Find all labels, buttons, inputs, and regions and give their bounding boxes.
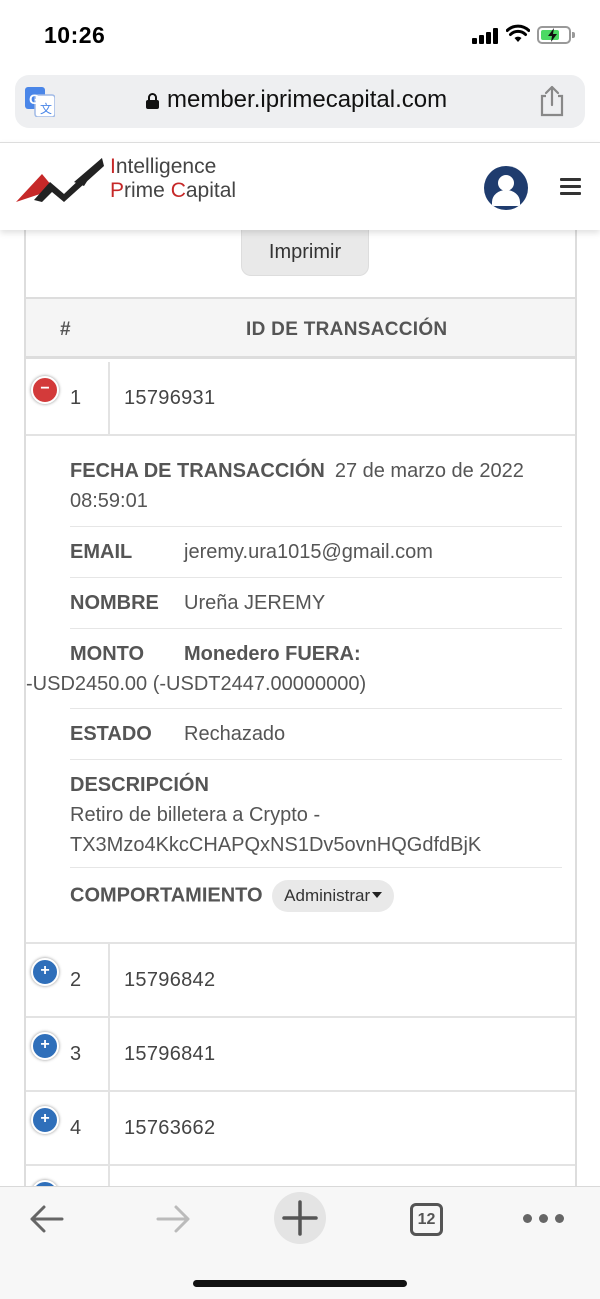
collapse-row-icon[interactable]: − <box>31 376 59 404</box>
column-header-number: # <box>60 319 71 340</box>
row-transaction-id: 15796931 <box>124 387 216 409</box>
status-time: 10:26 <box>44 22 106 48</box>
row-number: 1 <box>70 387 82 409</box>
caret-down-icon <box>372 892 383 898</box>
logo-icon[interactable] <box>14 156 106 208</box>
address-bar[interactable]: G 文 member.iprimecapital.com <box>15 75 585 128</box>
lock-icon <box>146 93 159 109</box>
site-header: Intelligence Prime Capital <box>0 142 600 230</box>
url-text[interactable]: member.iprimecapital.com <box>167 86 447 114</box>
wifi-icon <box>506 24 530 42</box>
print-button[interactable]: Imprimir <box>241 230 369 276</box>
manage-dropdown-button[interactable]: Administrar <box>272 880 395 912</box>
plus-icon <box>282 1200 318 1236</box>
transactions-panel: Imprimir # ID DE TRANSACCIÓN − 1 1579693… <box>24 230 577 1186</box>
detail-email: EMAIL jeremy.ura1015@gmail.com <box>70 527 562 578</box>
back-arrow-icon[interactable] <box>28 1201 66 1237</box>
row-transaction-id: 15763662 <box>124 1117 216 1139</box>
new-tab-button[interactable] <box>274 1192 326 1244</box>
signal-icon <box>472 28 500 44</box>
row-detail: FECHA DE TRANSACCIÓN 27 de marzo de 2022 … <box>26 436 575 944</box>
table-row[interactable]: − 1 15796931 <box>26 362 575 436</box>
row-transaction-id: 15796842 <box>124 969 216 991</box>
svg-text:文: 文 <box>40 101 52 116</box>
detail-description: DESCRIPCIÓN Retiro de billetera a Crypto… <box>70 760 562 868</box>
forward-arrow-icon[interactable] <box>154 1201 192 1237</box>
row-number: 3 <box>70 1043 82 1065</box>
table-row[interactable]: + 4 15763662 <box>26 1092 575 1166</box>
table-header: # ID DE TRANSACCIÓN <box>26 299 575 359</box>
hamburger-menu-icon[interactable] <box>560 178 581 196</box>
expand-row-icon[interactable]: + <box>31 958 59 986</box>
detail-date: FECHA DE TRANSACCIÓN 27 de marzo de 2022 … <box>70 456 562 527</box>
tabs-count-button[interactable]: 12 <box>410 1203 443 1236</box>
row-number: 2 <box>70 969 82 991</box>
detail-status: ESTADO Rechazado <box>70 709 562 760</box>
logo-text-line2: Prime Capital <box>110 179 237 202</box>
svg-text:G: G <box>29 91 40 107</box>
row-transaction-id: 15796841 <box>124 1043 216 1065</box>
logo-text-line1: Intelligence <box>110 155 217 178</box>
table-row[interactable]: + 2 15796842 <box>26 944 575 1018</box>
user-account-icon[interactable] <box>484 166 528 210</box>
column-header-transaction-id: ID DE TRANSACCIÓN <box>246 319 448 340</box>
translate-icon[interactable]: G 文 <box>25 87 55 117</box>
battery-icon <box>537 26 571 44</box>
status-bar: 10:26 <box>0 0 600 70</box>
detail-name: NOMBRE Ureña JEREMY <box>70 578 562 629</box>
home-indicator <box>193 1280 407 1287</box>
share-icon[interactable] <box>539 85 565 117</box>
detail-amount: MONTO Monedero FUERA: -USD2450.00 (-USDT2… <box>26 629 562 709</box>
expand-row-icon[interactable]: + <box>31 1106 59 1134</box>
table-row[interactable]: + 3 15796841 <box>26 1018 575 1092</box>
table-row[interactable]: + <box>26 1166 575 1186</box>
more-options-icon[interactable] <box>523 1214 565 1224</box>
row-number: 4 <box>70 1117 82 1139</box>
expand-row-icon[interactable]: + <box>31 1032 59 1060</box>
detail-behavior: COMPORTAMIENTO Administrar <box>70 868 562 928</box>
browser-toolbar: 12 <box>0 1186 600 1299</box>
